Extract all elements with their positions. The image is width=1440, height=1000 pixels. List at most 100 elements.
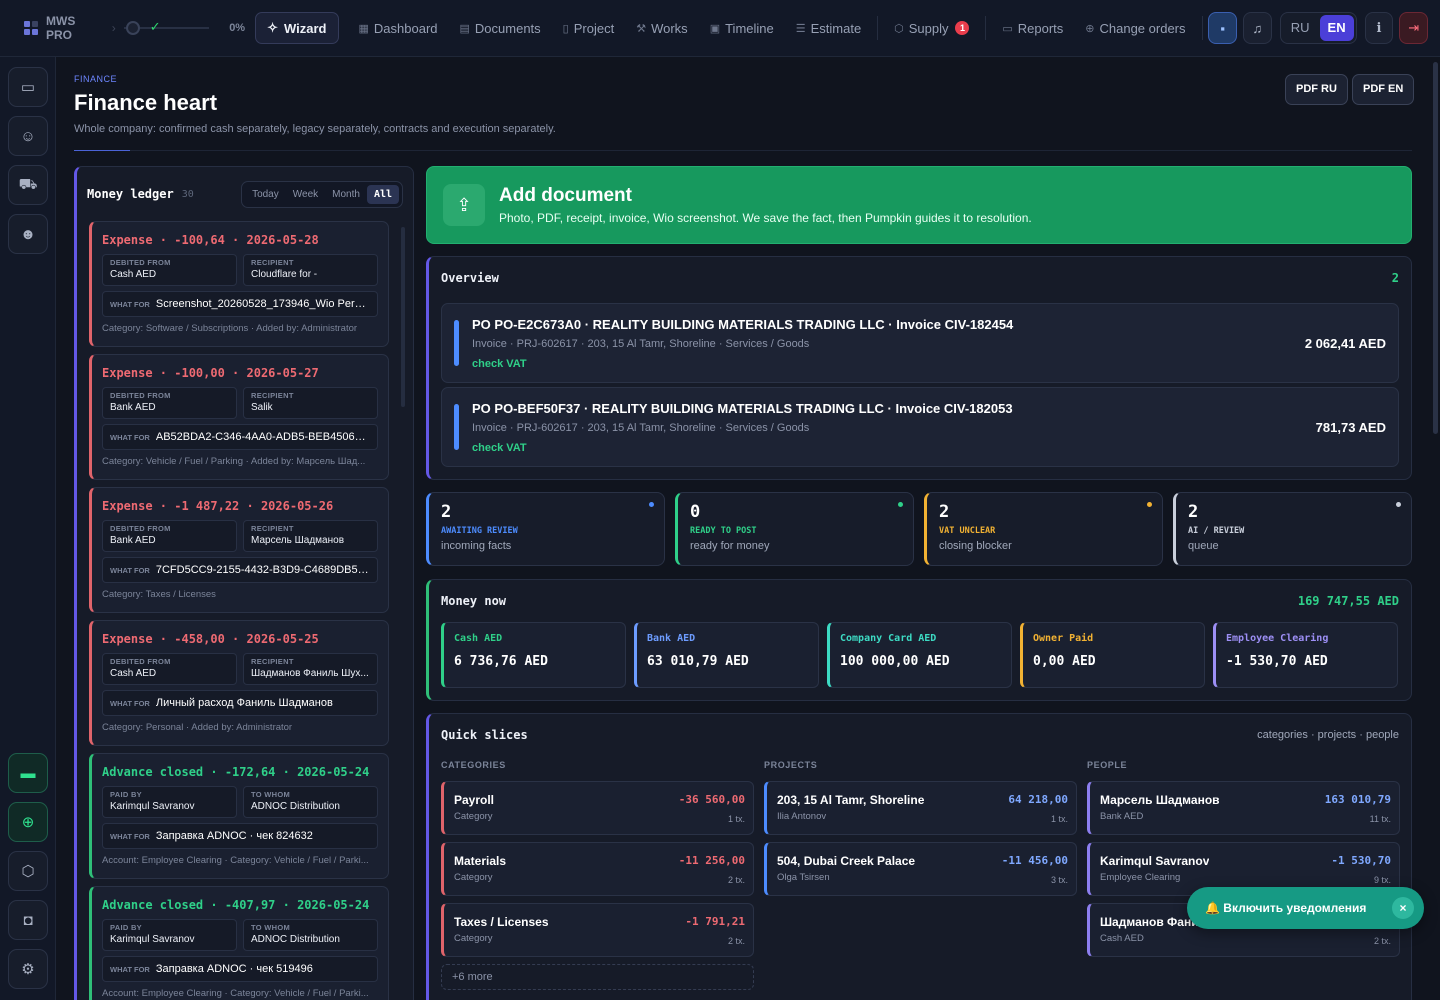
- sidebar-team[interactable]: ☺: [8, 116, 48, 156]
- notifications-button[interactable]: ♫: [1243, 12, 1272, 44]
- entry-meta: Category: Vehicle / Fuel / Parking · Add…: [102, 456, 366, 467]
- page-scrollbar[interactable]: [1433, 62, 1438, 434]
- grid-icon: ▦: [358, 22, 369, 35]
- wizard-button[interactable]: ✧ Wizard: [255, 12, 339, 44]
- account-card[interactable]: Cash AED 6 736,76 AED: [441, 622, 626, 688]
- ledger-entry[interactable]: Expense · -100,00 · 2026-05-27 DEBITED FR…: [89, 354, 389, 480]
- sidebar-vehicles[interactable]: ⛟: [8, 165, 48, 205]
- stat-card[interactable]: 2 AI / REVIEW queue: [1173, 492, 1412, 566]
- logout-button[interactable]: ⇥: [1399, 12, 1428, 44]
- filter-month[interactable]: Month: [325, 185, 367, 204]
- status-dot-icon: [1147, 502, 1152, 507]
- close-icon[interactable]: ×: [1392, 897, 1414, 919]
- to-label: TO WHOM: [251, 790, 291, 799]
- section-eyebrow: FINANCE: [74, 74, 118, 84]
- show-more-button[interactable]: +6 more: [441, 964, 754, 990]
- header-accent-line: [74, 150, 130, 151]
- from-label: DEBITED FROM: [110, 258, 171, 267]
- lang-ru[interactable]: RU: [1283, 15, 1318, 41]
- account-card[interactable]: Bank AED 63 010,79 AED: [634, 622, 819, 688]
- page-subtitle: Whole company: confirmed cash separately…: [74, 123, 556, 135]
- ledger-entry[interactable]: Expense · -100,64 · 2026-05-28 DEBITED FR…: [89, 221, 389, 347]
- nav-reports[interactable]: ▭ Reports: [992, 12, 1073, 44]
- lang-en[interactable]: EN: [1319, 15, 1354, 41]
- slice-tx-count: 2 tx.: [1373, 936, 1391, 946]
- nav-supply[interactable]: ⬡ Supply 1: [884, 12, 979, 44]
- ledger-entry[interactable]: Expense · -458,00 · 2026-05-25 DEBITED FR…: [89, 620, 389, 746]
- ledger-entry[interactable]: Advance closed · -172,64 · 2026-05-24 PAI…: [89, 753, 389, 879]
- pdf-ru-button[interactable]: PDF RU: [1285, 74, 1348, 105]
- sidebar-settings[interactable]: ⚙: [8, 949, 48, 989]
- nav-divider: [985, 16, 987, 40]
- sidebar-add[interactable]: ⊕: [8, 802, 48, 842]
- status-dot-icon: [1396, 502, 1401, 507]
- slice-tx-count: 11 tx.: [1369, 814, 1391, 824]
- sidebar-folder[interactable]: ▭: [8, 67, 48, 107]
- money-now-total: 169 747,55 AED: [1297, 594, 1399, 608]
- upload-icon: ⇪: [443, 184, 485, 226]
- stat-card[interactable]: 0 READY TO POST ready for money: [675, 492, 914, 566]
- slice-title: Karimqul Savranov: [1100, 854, 1210, 868]
- app-name: MWS PRO: [46, 14, 76, 42]
- nav-change-orders[interactable]: ⊕ Change orders: [1075, 12, 1195, 44]
- stat-card[interactable]: 2 AWAITING REVIEW incoming facts: [426, 492, 665, 566]
- pdf-en-button[interactable]: PDF EN: [1352, 74, 1415, 105]
- save-button[interactable]: ▪: [1208, 12, 1238, 44]
- account-card[interactable]: Owner Paid 0,00 AED: [1020, 622, 1205, 688]
- slice-amount: -1 530,70: [1331, 854, 1391, 867]
- slice-amount: 64 218,00: [1008, 793, 1068, 806]
- filter-week[interactable]: Week: [286, 185, 325, 204]
- slice-item-projects[interactable]: 504, Dubai Creek Palace Olga Tsirsen -11 4…: [764, 842, 1077, 896]
- slice-item-categories[interactable]: Materials Category -11 256,00 2 tx.: [441, 842, 754, 896]
- nav-project[interactable]: ▯ Project: [553, 12, 625, 44]
- from-label: DEBITED FROM: [110, 391, 171, 400]
- nav-documents[interactable]: ▤ Documents: [450, 12, 551, 44]
- add-document-subtitle: Photo, PDF, receipt, invoice, Wio screen…: [499, 211, 1032, 225]
- slice-item-people[interactable]: Марсель Шадманов Bank AED 163 010,79 11 tx.: [1087, 781, 1400, 835]
- ledger-count: 30: [181, 188, 194, 200]
- overview-item[interactable]: PO PO-BEF50F37 · REALITY BUILDING MATERI…: [441, 387, 1399, 467]
- ledger-scrollbar[interactable]: [401, 227, 405, 407]
- account-label: Company Card AED: [840, 633, 937, 644]
- info-button[interactable]: i: [1364, 12, 1394, 44]
- entry-from: DEBITED FROM Bank AED: [102, 387, 237, 419]
- nav-dashboard[interactable]: ▦ Dashboard: [349, 12, 448, 44]
- what-label: WHAT FOR: [110, 831, 150, 841]
- slice-subtitle: Category: [454, 872, 493, 883]
- add-document-dropzone[interactable]: ⇪ Add document Photo, PDF, receipt, invo…: [426, 166, 1412, 244]
- chevron-right-icon: ›: [111, 21, 116, 35]
- account-card[interactable]: Company Card AED 100 000,00 AED: [827, 622, 1012, 688]
- ledger-entry[interactable]: Advance closed · -407,97 · 2026-05-24 PAI…: [89, 886, 389, 1000]
- page-title: Finance heart: [74, 90, 218, 115]
- ledger-entry[interactable]: Expense · -1 487,22 · 2026-05-26 DEBITED …: [89, 487, 389, 613]
- stat-card[interactable]: 2 VAT UNCLEAR closing blocker: [924, 492, 1163, 566]
- enable-notifications-toast[interactable]: 🔔 Включить уведомления ×: [1187, 887, 1424, 929]
- sidebar-people[interactable]: ☻: [8, 214, 48, 254]
- entry-header: Expense · -100,64 · 2026-05-28: [102, 233, 319, 247]
- app-logo[interactable]: MWS PRO: [24, 14, 96, 42]
- overview-item[interactable]: PO PO-E2C673A0 · REALITY BUILDING MATERI…: [441, 303, 1399, 383]
- nav-works[interactable]: ⚒ Works: [626, 12, 697, 44]
- nav-divider: [877, 16, 879, 40]
- sidebar-materials[interactable]: ⬡: [8, 851, 48, 891]
- nav-label: Supply: [908, 20, 949, 36]
- nav-estimate[interactable]: ☰ Estimate: [786, 12, 871, 44]
- slice-subtitle: Employee Clearing: [1100, 872, 1181, 883]
- to-value: ADNOC Distribution: [251, 934, 340, 945]
- slice-subtitle: Ilia Antonov: [777, 811, 827, 822]
- filter-all[interactable]: All: [366, 184, 399, 204]
- filter-today[interactable]: Today: [245, 185, 286, 204]
- sparkle-icon: ✧: [267, 20, 278, 35]
- nav-timeline[interactable]: ▣ Timeline: [700, 12, 784, 44]
- wizard-label: Wizard: [284, 20, 327, 36]
- to-value: Шадманов Фаниль Шух...: [251, 668, 369, 679]
- supply-count-badge: 1: [955, 21, 970, 35]
- account-card[interactable]: Employee Clearing -1 530,70 AED: [1213, 622, 1398, 688]
- overview-title: Overview: [441, 271, 499, 285]
- slice-item-categories[interactable]: Taxes / Licenses Category -1 791,21 2 tx.: [441, 903, 754, 957]
- slice-item-categories[interactable]: Payroll Category -36 560,00 1 tx.: [441, 781, 754, 835]
- sidebar-ai[interactable]: ◘: [8, 900, 48, 940]
- sidebar-finance[interactable]: ▬: [8, 753, 48, 793]
- slice-item-projects[interactable]: 203, 15 Al Tamr, Shoreline Ilia Antonov 64…: [764, 781, 1077, 835]
- account-value: 100 000,00 AED: [840, 654, 950, 669]
